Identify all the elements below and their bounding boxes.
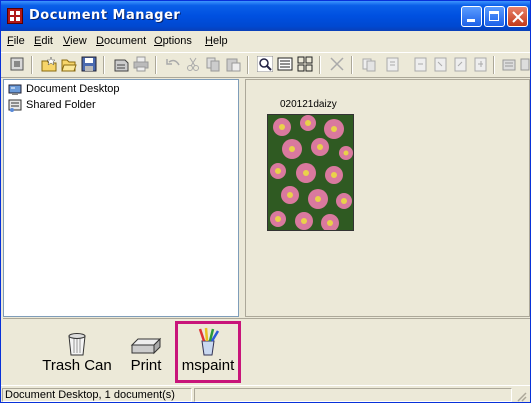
menu-options[interactable]: Options [154, 35, 192, 47]
page-icon-6[interactable] [473, 56, 489, 72]
toolbar-separator [319, 56, 321, 74]
menu-help[interactable]: Help [205, 35, 228, 47]
delete-icon[interactable] [329, 56, 345, 72]
trash-can-button[interactable]: Trash Can [41, 331, 113, 374]
toolbar-separator [247, 56, 249, 74]
status-bar: Document Desktop, 1 document(s) [1, 385, 530, 404]
shared-folder-icon [8, 99, 22, 112]
menu-document[interactable]: Document [96, 35, 146, 47]
stack-icon[interactable] [501, 56, 517, 72]
mspaint-highlight-box [175, 321, 241, 383]
print-button[interactable]: Print [125, 337, 167, 374]
minimize-icon [467, 19, 475, 22]
cut-icon[interactable] [185, 56, 201, 72]
trash-can-icon [68, 333, 86, 356]
status-text: Document Desktop, 1 document(s) [2, 388, 192, 402]
printer-icon [130, 337, 162, 355]
desktop-icon [8, 84, 22, 95]
properties-icon[interactable] [9, 56, 25, 72]
folder-tree[interactable]: Document Desktop Shared Folder [3, 79, 239, 317]
toolbar-separator [155, 56, 157, 74]
close-button[interactable] [507, 6, 528, 27]
document-thumbnail[interactable] [267, 114, 354, 231]
status-cell-2 [194, 388, 512, 402]
close-icon [512, 11, 524, 23]
document-name: 020121daizy [280, 99, 337, 110]
app-icon [7, 8, 23, 24]
thumbnail-view-icon[interactable] [297, 56, 313, 72]
copy-icon[interactable] [205, 56, 221, 72]
maximize-button[interactable] [484, 6, 505, 27]
tree-item-document-desktop[interactable]: Document Desktop [8, 81, 120, 97]
bottom-launch-bar: Trash Can Print mspaint [3, 318, 530, 385]
page-icon-3[interactable] [413, 56, 429, 72]
scan-icon[interactable] [113, 56, 129, 72]
page-icon[interactable] [361, 56, 377, 72]
title-bar[interactable]: Document Manager [1, 1, 530, 31]
page-icon-2[interactable] [385, 56, 401, 72]
minimize-button[interactable] [461, 6, 482, 27]
toolbar-separator [31, 56, 33, 74]
save-icon[interactable] [81, 56, 97, 72]
maximize-icon [489, 11, 499, 21]
new-folder-icon[interactable] [41, 56, 57, 72]
document-manager-window: Document Manager File Edit View Document… [0, 0, 531, 403]
print-label: Print [130, 357, 162, 374]
undo-icon[interactable] [165, 56, 181, 72]
zoom-icon[interactable] [257, 56, 273, 72]
stack-icon-2[interactable] [520, 56, 530, 72]
menu-bar: File Edit View Document Options Help [1, 32, 530, 50]
toolbar [1, 52, 530, 78]
toolbar-separator [351, 56, 353, 74]
tree-item-shared-folder[interactable]: Shared Folder [8, 97, 96, 113]
page-icon-4[interactable] [433, 56, 449, 72]
menu-view[interactable]: View [63, 35, 87, 47]
window-title: Document Manager [29, 8, 181, 23]
resize-grip-icon[interactable] [515, 390, 527, 402]
daisy-photo [268, 115, 353, 230]
toolbar-separator [493, 56, 495, 74]
open-folder-icon[interactable] [61, 56, 77, 72]
menu-edit[interactable]: Edit [34, 35, 53, 47]
paste-icon[interactable] [225, 56, 241, 72]
details-view-icon[interactable] [277, 56, 293, 72]
tree-item-label: Document Desktop [26, 83, 120, 95]
page-icon-5[interactable] [453, 56, 469, 72]
print-icon[interactable] [133, 56, 149, 72]
document-view[interactable]: 020121daizy [245, 79, 530, 317]
trash-can-label: Trash Can [42, 357, 112, 374]
menu-file[interactable]: File [7, 35, 25, 47]
toolbar-separator [103, 56, 105, 74]
tree-item-label: Shared Folder [26, 99, 96, 111]
